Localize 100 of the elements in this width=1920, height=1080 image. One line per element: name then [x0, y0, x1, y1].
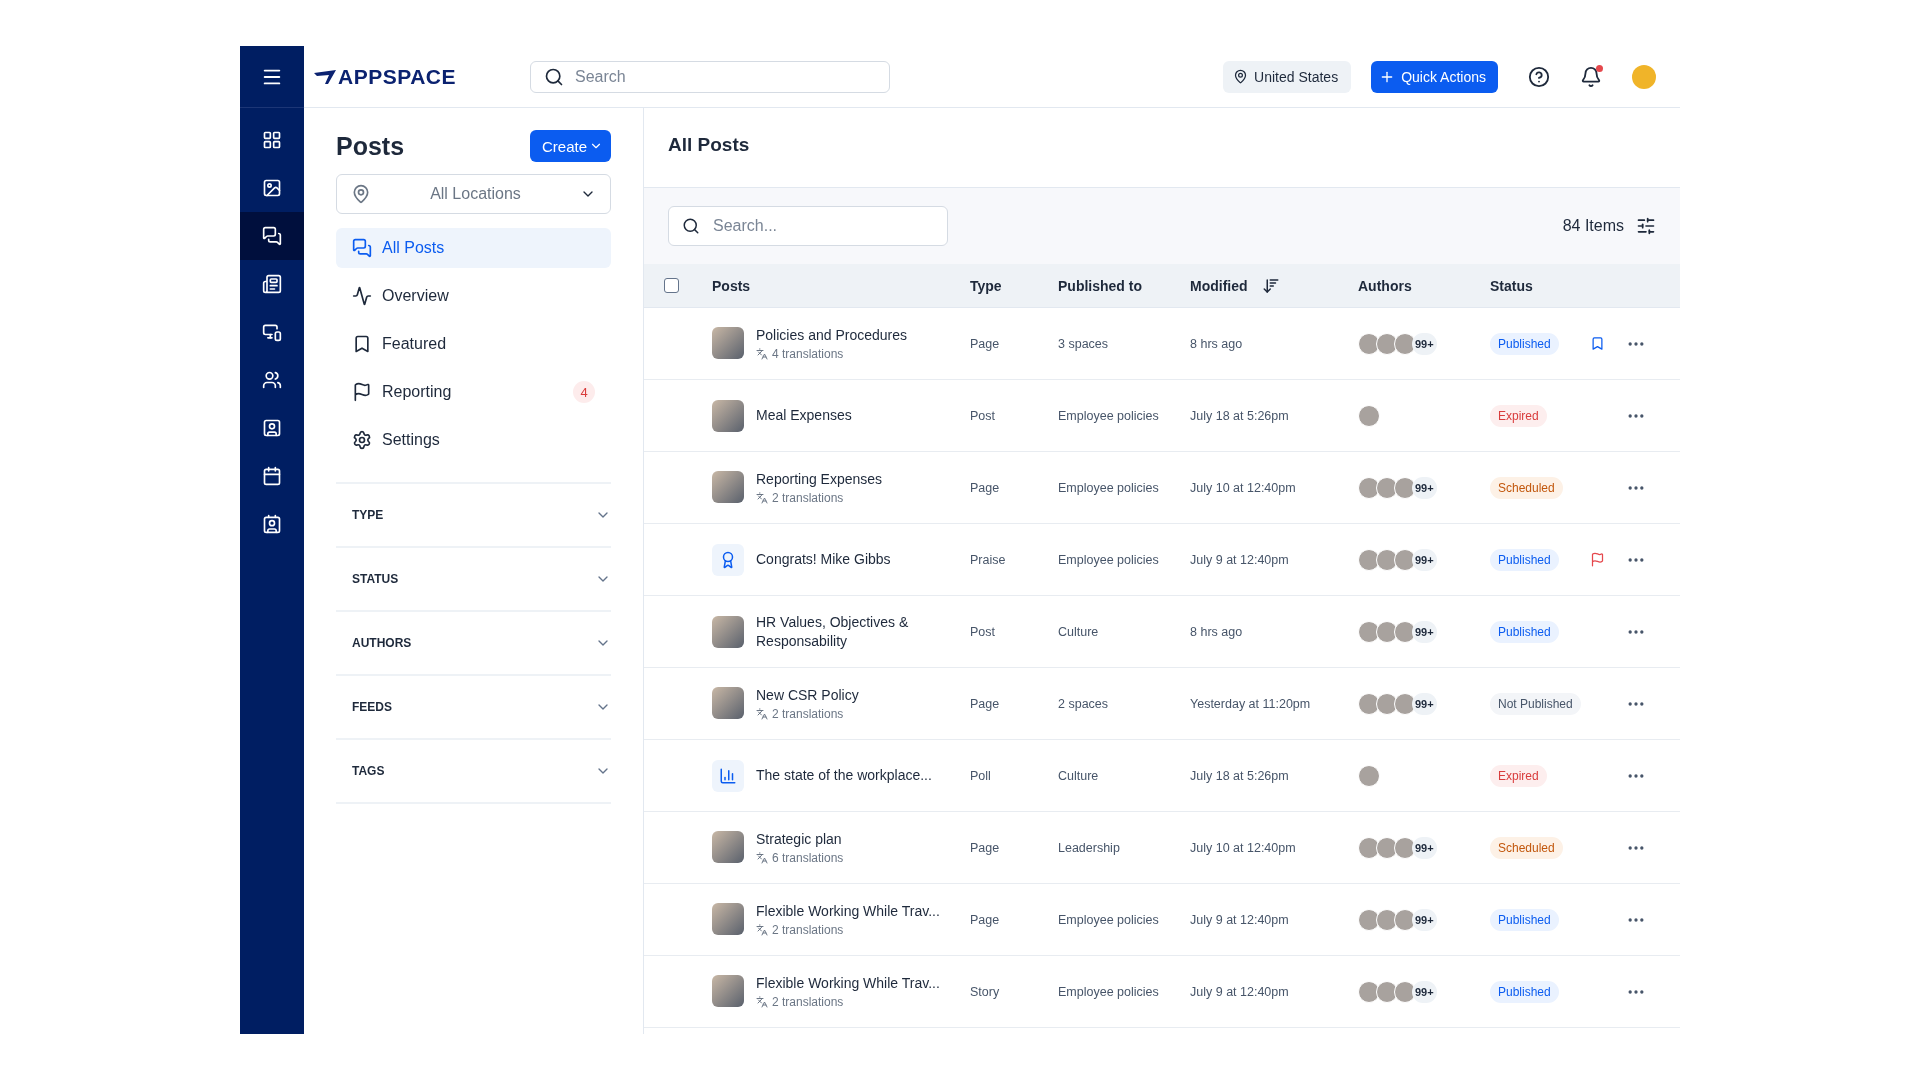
logo-icon [314, 69, 336, 84]
table-cell-text: Employee policies [1058, 552, 1160, 567]
location-button[interactable]: United States [1223, 60, 1352, 93]
flag-icon[interactable] [1590, 552, 1605, 567]
translate-icon [756, 492, 768, 505]
post-title[interactable]: New CSR Policy [756, 685, 859, 705]
table-cell-text: Culture [1058, 768, 1100, 783]
filter-sliders-icon[interactable] [1636, 216, 1656, 236]
notifications-icon[interactable] [1580, 65, 1602, 88]
status-badge: Scheduled [1490, 836, 1563, 859]
table-cell-text: Employee policies [1058, 912, 1160, 927]
post-title[interactable]: Flexible Working While Trav... [756, 973, 940, 993]
more-authors-count: 99+ [1412, 980, 1437, 1003]
pulse-icon [352, 286, 372, 306]
table-row[interactable]: Policies and Procedures 4 translations Page 3 spaces 8 hrs ago 99+ Published [644, 308, 1680, 380]
column-header[interactable]: Published to [1058, 277, 1190, 294]
table-row[interactable]: Reporting Expenses 2 translations Page Employee policies July 10 at 12:40pm 99+ Scheduled [644, 452, 1680, 524]
nav-item[interactable]: Reporting 4 [336, 372, 611, 412]
calendar-icon [262, 466, 282, 486]
pin-icon [351, 184, 371, 204]
table-row[interactable]: Meal Expenses Post Employee policies July 18 at 5:26pm Expired [644, 380, 1680, 452]
table-cell-text: July 10 at 12:40pm [1190, 840, 1297, 855]
column-header[interactable]: Authors [1358, 277, 1490, 294]
column-header[interactable]: Status [1490, 277, 1590, 294]
translations-count: 6 translations [756, 851, 844, 866]
bookmark-icon[interactable] [1590, 336, 1605, 351]
status-badge: Published [1490, 548, 1559, 571]
translations-count: 4 translations [756, 347, 907, 362]
post-title[interactable]: Meal Expenses [756, 406, 852, 425]
post-title[interactable]: Strategic plan [756, 829, 844, 849]
post-title[interactable]: Reporting Expenses [756, 469, 883, 489]
table-cell-text: 2 spaces [1058, 696, 1110, 711]
table-cell-text: July 9 at 12:40pm [1190, 984, 1290, 999]
table-cell-text: Story [970, 984, 1001, 999]
table-row[interactable]: New CSR Policy 2 translations Page 2 spaces Yesterday at 11:20pm 99+ Not Published [644, 668, 1680, 740]
section-title: All Posts [668, 133, 750, 156]
status-badge: Expired [1490, 764, 1547, 787]
flag-icon [352, 382, 372, 402]
table-cell-text: Page [970, 480, 1001, 495]
translations-count: 2 translations [756, 491, 883, 506]
translate-icon [756, 708, 768, 721]
devices-icon [262, 322, 282, 342]
status-badge: Published [1490, 980, 1559, 1003]
table-cell-text: Page [970, 840, 1001, 855]
create-button[interactable]: Create [529, 130, 611, 162]
select-all-checkbox[interactable] [664, 278, 679, 293]
logo-text: APPSPACE [338, 64, 456, 89]
table-cell-text: July 18 at 5:26pm [1190, 768, 1290, 783]
more-authors-count: 99+ [1412, 476, 1437, 499]
nav-item[interactable]: Featured [336, 324, 611, 364]
table-cell-text: Page [970, 912, 1001, 927]
table-row[interactable]: The state of the workplace... Poll Culture July 18 at 5:26pm Expired [644, 740, 1680, 812]
translate-icon [756, 348, 768, 361]
help-icon[interactable] [1528, 65, 1550, 88]
table-row[interactable]: Flexible Working While Trav... 2 translations Story Employee policies July 9 at 12:40pm 99+ Published [644, 956, 1680, 1028]
page-title: Posts [336, 131, 405, 161]
table-row[interactable]: HR Values, Objectives & Responsability Post Culture 8 hrs ago 99+ Published [644, 596, 1680, 668]
table-row[interactable]: Congrats! Mike Gibbs Praise Employee policies July 9 at 12:40pm 99+ Published [644, 524, 1680, 596]
search-field[interactable]: Search... [668, 206, 948, 246]
more-authors-count: 99+ [1412, 692, 1437, 715]
status-badge: Published [1490, 332, 1559, 355]
table-cell-text: 3 spaces [1058, 336, 1110, 351]
table-cell-text: Page [970, 336, 1001, 351]
status-badge: Scheduled [1490, 476, 1563, 499]
status-badge: Expired [1490, 404, 1547, 427]
nav-item[interactable]: Overview [336, 276, 611, 316]
column-header[interactable]: Modified [1190, 276, 1358, 295]
table-cell-text: Yesterday at 11:20pm [1190, 696, 1312, 711]
post-title[interactable]: The state of the workplace... [756, 766, 932, 785]
user-badge-icon [262, 418, 282, 438]
post-title[interactable]: Flexible Working While Trav... [756, 901, 940, 921]
location-select[interactable]: All Locations [336, 174, 611, 214]
nav-item[interactable]: All Posts [336, 228, 611, 268]
column-header[interactable]: Posts [712, 277, 970, 294]
search-icon [682, 217, 700, 235]
table-cell-text: Post [970, 624, 996, 639]
bar-chart-icon [719, 766, 737, 785]
post-title[interactable]: Congrats! Mike Gibbs [756, 550, 891, 569]
table-cell-text: Employee policies [1058, 408, 1160, 423]
table-cell-text: Praise [970, 552, 1007, 567]
newspaper-icon [262, 274, 282, 294]
table-row[interactable]: Flexible Working While Trav... 2 translations Page Employee policies July 9 at 12:40pm 99+ Published [644, 884, 1680, 956]
image-icon [262, 178, 282, 198]
translations-count: 2 translations [756, 995, 940, 1010]
nav-item[interactable]: Settings [336, 420, 611, 460]
grid-icon [262, 130, 282, 150]
translate-icon [756, 852, 768, 865]
translate-icon [756, 996, 768, 1009]
status-badge: Published [1490, 908, 1559, 931]
search-field[interactable]: Search [530, 60, 890, 93]
quick-actions-button[interactable]: Quick Actions [1371, 60, 1498, 93]
post-title[interactable]: Policies and Procedures [756, 325, 907, 345]
pin-icon [1233, 69, 1249, 84]
table-row[interactable]: Strategic plan 6 translations Page Leadership July 10 at 12:40pm 99+ Scheduled [644, 812, 1680, 884]
rail-item[interactable] [240, 212, 304, 260]
post-title[interactable]: HR Values, Objectives & Responsability [756, 612, 970, 651]
bookmark-icon [352, 334, 372, 354]
search-icon [544, 66, 564, 87]
column-header[interactable]: Type [970, 277, 1058, 294]
sort-icon[interactable] [1261, 276, 1280, 295]
